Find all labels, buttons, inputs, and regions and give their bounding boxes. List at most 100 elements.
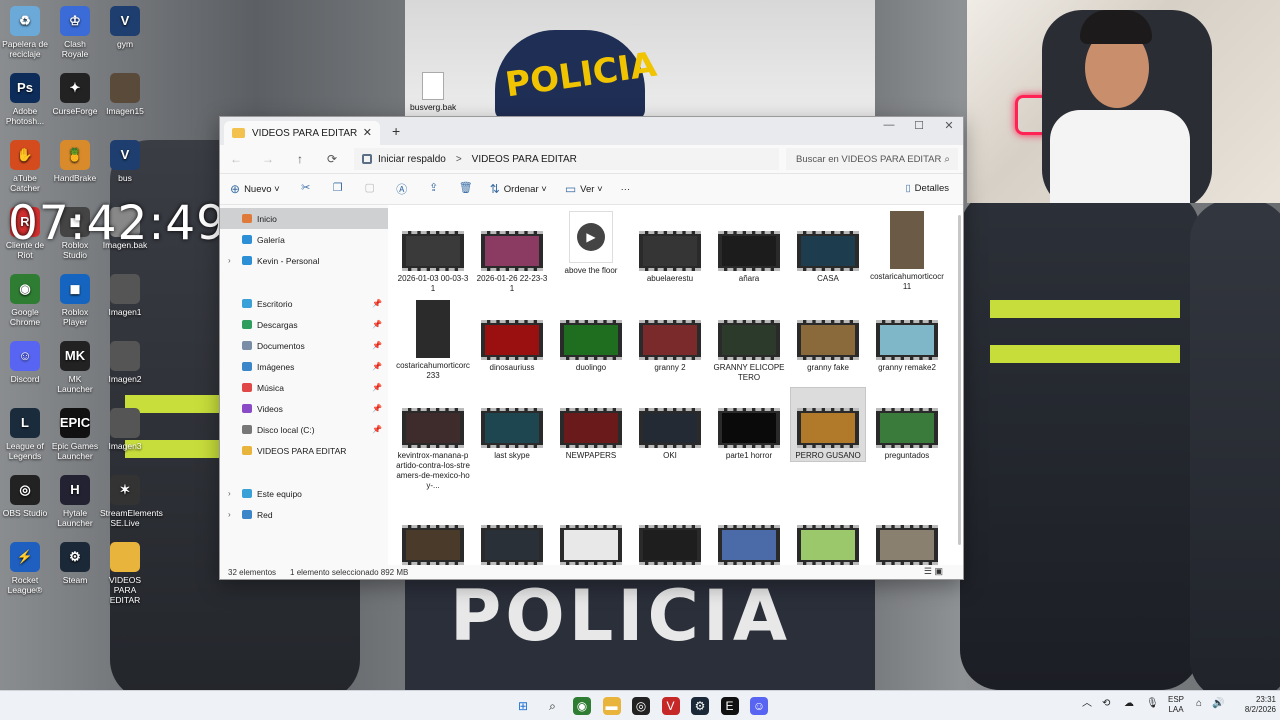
chrome-icon[interactable]: ◉ [573, 697, 591, 715]
details-button[interactable]: ▯ Detalles [905, 183, 949, 194]
chevron-right-icon[interactable]: › [228, 256, 231, 265]
vertical-scrollbar[interactable] [958, 215, 961, 545]
desktop-icon[interactable]: Imagen2 [100, 341, 150, 384]
sync-icon[interactable]: ⟲ [1102, 699, 1110, 709]
minimize-button[interactable]: — [874, 119, 904, 131]
windows-start-icon[interactable]: ⊞ [514, 697, 532, 715]
volume-icon[interactable]: 🔊 [1212, 699, 1224, 709]
desktop-icon[interactable]: L League of Legends [0, 408, 50, 461]
back-button[interactable]: ← [220, 152, 252, 166]
file-item[interactable]: ▶ above the floor [554, 211, 628, 276]
desktop-icon[interactable]: Vgym [100, 6, 150, 49]
sidebar-item[interactable]: Escritorio 📌 [220, 293, 388, 314]
file-item[interactable]: PERRO GUSANO [790, 387, 866, 462]
cut-icon[interactable]: ✂ [298, 181, 314, 197]
search-input[interactable]: Buscar en VIDEOS PARA EDITAR ⌕ [786, 148, 958, 170]
file-item[interactable]: costaricahumorticorc233 [396, 300, 470, 381]
file-item[interactable]: quiia [633, 505, 707, 567]
file-item[interactable]: 2026-01-03 00-03-31 [396, 211, 470, 294]
sidebar-item[interactable]: Documentos 📌 [220, 335, 388, 356]
desktop-icon[interactable]: 🍍 HandBrake [50, 140, 100, 183]
sidebar-item[interactable]: › Kevin - Personal [220, 250, 388, 271]
sidebar-item[interactable]: VIDEOS PARA EDITAR [220, 440, 388, 461]
forward-button[interactable]: → [252, 152, 284, 166]
cloud-icon[interactable]: ☁ [1124, 699, 1134, 709]
desktop-icon[interactable]: Vbus [100, 140, 150, 183]
file-explorer-icon[interactable]: ▬ [602, 697, 621, 715]
microphone-icon[interactable]: 🎙 [1146, 699, 1159, 709]
new-tab-button[interactable]: + [392, 123, 400, 139]
desktop-icon[interactable]: ♻ Papelera de reciclaje [0, 6, 50, 59]
file-item[interactable]: dinosauriuss [475, 300, 549, 373]
desktop-icon[interactable]: ☺ Discord [0, 341, 50, 384]
desktop-file[interactable]: busverg.bak [410, 72, 456, 112]
file-item[interactable]: añara [712, 211, 786, 284]
desktop-icon[interactable]: Imagen3 [100, 408, 150, 451]
sidebar-item[interactable]: Inicio [220, 208, 388, 229]
desktop-icon[interactable]: ✦ CurseForge [50, 73, 100, 116]
obs-icon[interactable]: ◎ [632, 697, 650, 715]
file-item[interactable]: PRISION 1 [475, 505, 549, 567]
file-item[interactable]: last skype [475, 388, 549, 461]
voice-icon[interactable]: V [661, 697, 680, 715]
file-item[interactable]: tetas [870, 505, 944, 567]
desktop-icon[interactable]: ✋ aTube Catcher [0, 140, 50, 193]
desktop-icon[interactable]: ◼ Roblox Player [50, 274, 100, 327]
discord-icon[interactable]: ☺ [750, 697, 768, 715]
file-item[interactable]: kevintrox-mananа-partido-contra-los-stre… [396, 388, 470, 491]
paste-icon[interactable]: ▢ [362, 181, 378, 197]
breadcrumb[interactable]: Iniciar respaldo > VIDEOS PARA EDITAR [354, 148, 779, 170]
file-item[interactable]: granny fake [791, 300, 865, 373]
sidebar-item[interactable]: Descargas 📌 [220, 314, 388, 335]
desktop-icon[interactable]: Imagen1 [100, 274, 150, 317]
up-button[interactable]: ↑ [284, 152, 316, 166]
desktop-icon[interactable]: H Hytale Launcher [50, 475, 100, 528]
close-tab-icon[interactable]: ✕ [363, 126, 372, 139]
file-item[interactable]: duolingo [554, 300, 628, 373]
file-item[interactable]: prision2 [554, 505, 628, 567]
file-item[interactable]: granny remake2 [870, 300, 944, 373]
sidebar-item[interactable]: Galería [220, 229, 388, 250]
file-item[interactable]: CASA [791, 211, 865, 284]
file-item[interactable]: granny 2 [633, 300, 707, 373]
network-icon[interactable]: ⌂ [1196, 699, 1202, 709]
language-indicator[interactable]: ESP LAA [1168, 695, 1184, 715]
system-clock[interactable]: 23:31 8/2/2026 [1230, 695, 1276, 715]
file-item[interactable]: costaricahumorticocr11 [870, 211, 944, 292]
file-item[interactable]: preguntados [870, 388, 944, 461]
more-options-button[interactable]: ··· [621, 184, 631, 195]
sidebar-item[interactable]: Imágenes 📌 [220, 356, 388, 377]
file-item[interactable]: PREGUNTASTEPP [396, 505, 470, 567]
desktop-icon[interactable]: ⚡ Rocket League® [0, 542, 50, 595]
desktop-icon[interactable]: ⚙ Steam [50, 542, 100, 585]
desktop-icon[interactable]: ✶ StreamElements SE.Live [100, 475, 163, 528]
sidebar-item[interactable]: Videos 📌 [220, 398, 388, 419]
desktop-icon[interactable]: VIDEOS PARA EDITAR [100, 542, 150, 605]
sidebar-item[interactable]: › Este equipo [220, 483, 388, 504]
search-icon[interactable]: ⌕ [544, 697, 562, 715]
desktop-icon[interactable]: EPIC Epic Games Launcher [50, 408, 100, 461]
desktop-icon[interactable]: MK MK Launcher [50, 341, 100, 394]
desktop-icon[interactable]: Ps Adobe Photosh... [0, 73, 50, 126]
chevron-right-icon[interactable]: › [228, 489, 231, 498]
rename-icon[interactable]: Ⓐ [394, 181, 410, 197]
sidebar-item[interactable]: Música 📌 [220, 377, 388, 398]
file-item[interactable]: GRANNY ELICOPETERO [712, 300, 786, 383]
steam-icon[interactable]: ⚙ [691, 697, 709, 715]
sidebar-item[interactable]: › Red [220, 504, 388, 525]
new-button[interactable]: ⊕ Nuevo ˅ [230, 182, 280, 196]
close-window-button[interactable]: ✕ [934, 119, 964, 132]
view-toggle[interactable]: ☰ ▣ [924, 566, 943, 577]
delete-icon[interactable]: 🗑 [458, 181, 474, 197]
refresh-button[interactable]: ⟳ [316, 152, 348, 166]
file-item[interactable]: roblox [791, 505, 865, 567]
tab-videos-para-editar[interactable]: VIDEOS PARA EDITAR ✕ [224, 121, 380, 145]
desktop-icon[interactable]: ◉ Google Chrome [0, 274, 50, 327]
file-item[interactable]: OKI [633, 388, 707, 461]
breadcrumb-root[interactable]: Iniciar respaldo [378, 154, 446, 165]
file-item[interactable]: parte1 horror [712, 388, 786, 461]
view-button[interactable]: ▭ Ver ˅ [565, 182, 603, 196]
file-item[interactable]: 2026-01-26 22-23-31 [475, 211, 549, 294]
desktop-icon[interactable]: Imagen15 [100, 73, 150, 116]
copy-icon[interactable]: ❐ [330, 181, 346, 197]
